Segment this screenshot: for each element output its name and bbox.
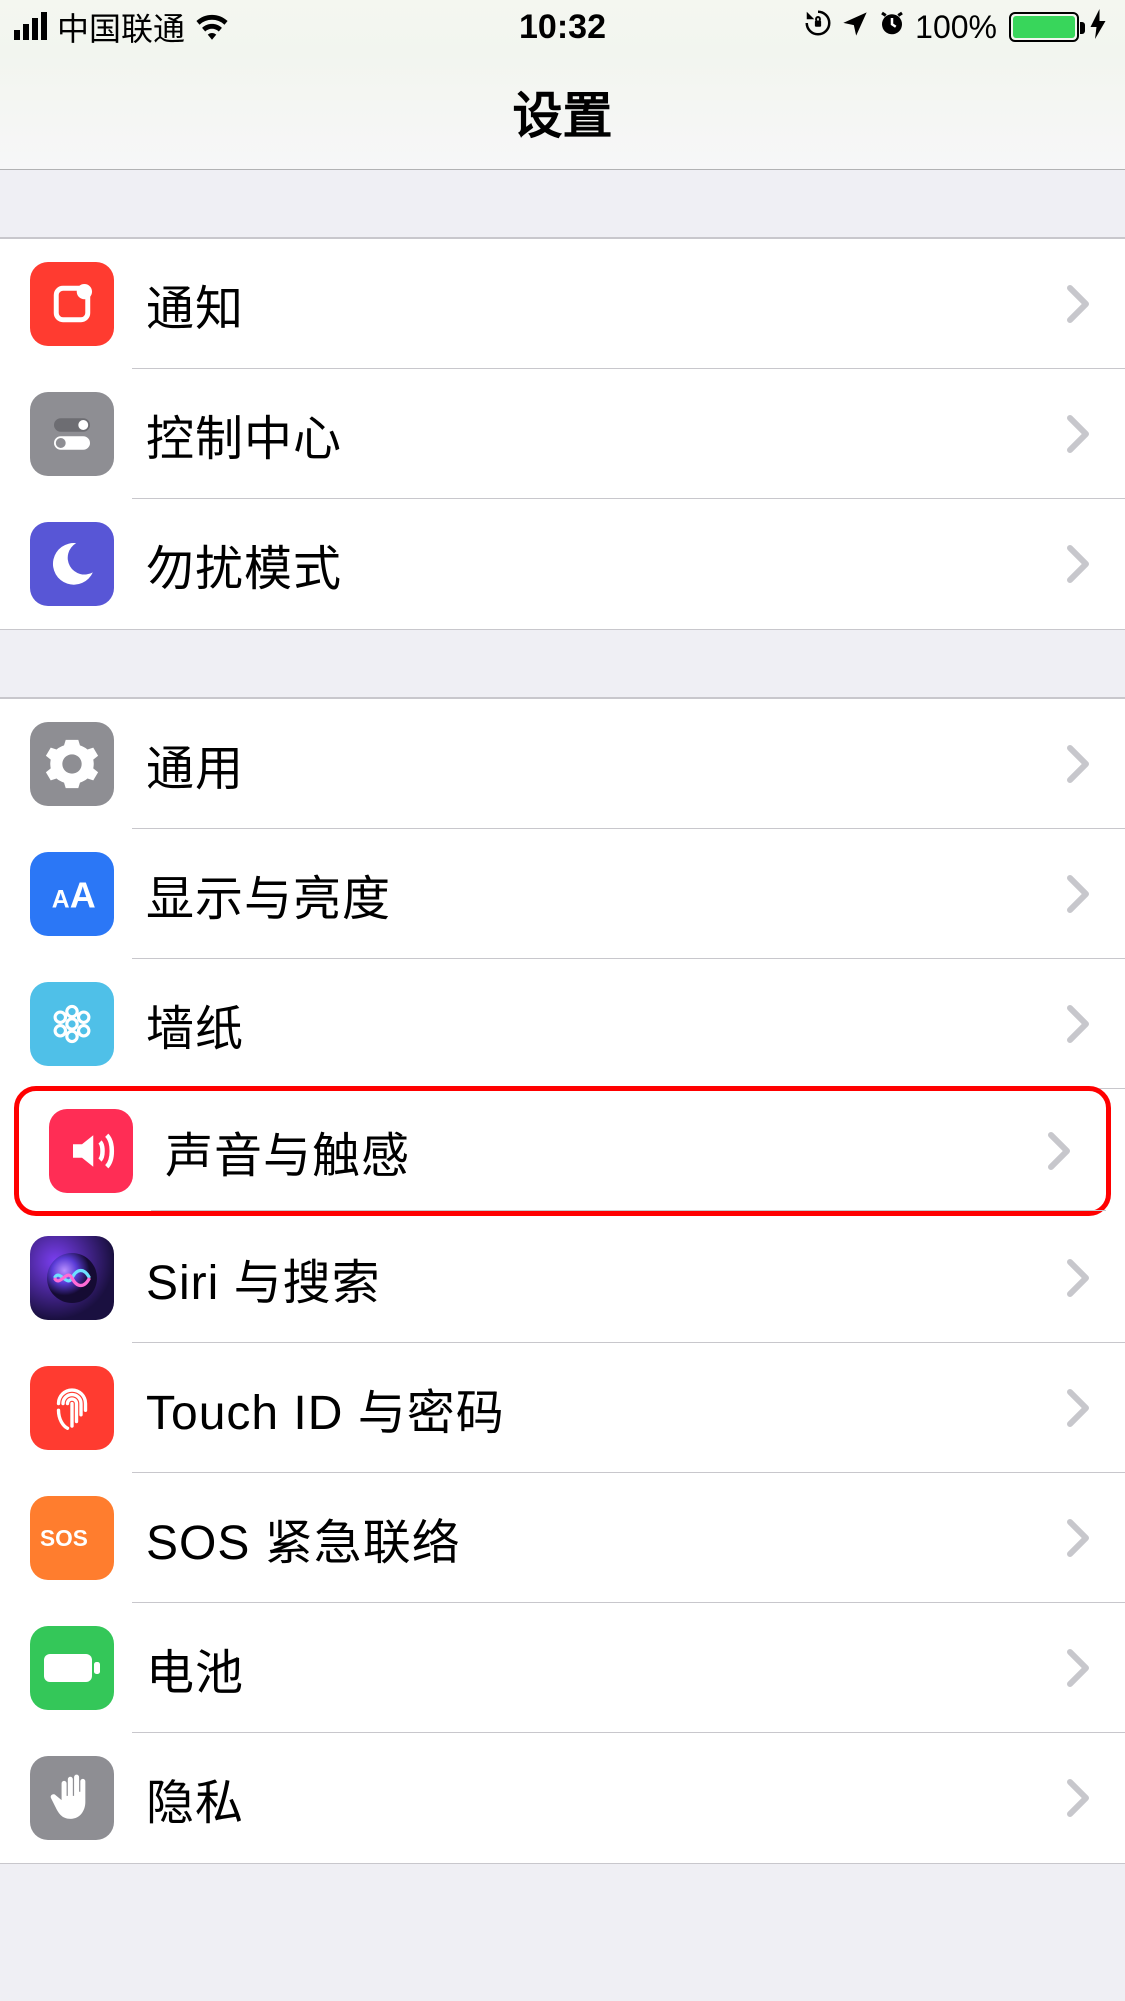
notification-icon <box>30 262 114 346</box>
location-icon <box>841 8 869 47</box>
settings-row-general[interactable]: 通用 <box>0 699 1125 829</box>
settings-row-label: 声音与触感 <box>165 1116 1046 1186</box>
chevron-right-icon <box>1065 1388 1095 1428</box>
settings-row-label: 通知 <box>146 269 1065 339</box>
page-title: 设置 <box>513 76 613 148</box>
chevron-right-icon <box>1065 1518 1095 1558</box>
settings-section: 通知控制中心勿扰模式 <box>0 238 1125 630</box>
chevron-right-icon <box>1065 1004 1095 1044</box>
text-size-icon: AA <box>30 852 114 936</box>
settings-row-battery[interactable]: 电池 <box>0 1603 1125 1733</box>
carrier-label: 中国联通 <box>57 4 185 50</box>
wifi-icon <box>195 14 229 40</box>
battery-icon <box>30 1626 114 1710</box>
charging-icon <box>1089 9 1107 46</box>
settings-row-label: 通用 <box>146 729 1065 799</box>
settings-row-control-center[interactable]: 控制中心 <box>0 369 1125 499</box>
settings-row-display[interactable]: AA 显示与亮度 <box>0 829 1125 959</box>
chevron-right-icon <box>1065 1648 1095 1688</box>
hand-icon <box>30 1756 114 1840</box>
chevron-right-icon <box>1046 1131 1076 1171</box>
settings-row-label: 电池 <box>146 1633 1065 1703</box>
settings-row-label: 勿扰模式 <box>146 529 1065 599</box>
gear-icon <box>30 722 114 806</box>
settings-row-label: 墙纸 <box>146 989 1065 1059</box>
settings-row-notifications[interactable]: 通知 <box>0 239 1125 369</box>
settings-row-label: Touch ID 与密码 <box>146 1373 1065 1443</box>
settings-row-label: 隐私 <box>146 1763 1065 1833</box>
settings-row-label: 控制中心 <box>146 399 1065 469</box>
chevron-right-icon <box>1065 874 1095 914</box>
settings-row-touchid[interactable]: Touch ID 与密码 <box>0 1343 1125 1473</box>
settings-row-privacy[interactable]: 隐私 <box>0 1733 1125 1863</box>
chevron-right-icon <box>1065 1778 1095 1818</box>
chevron-right-icon <box>1065 284 1095 324</box>
svg-text:A: A <box>52 887 70 914</box>
svg-text:SOS: SOS <box>40 1525 88 1551</box>
section-gap <box>0 170 1125 238</box>
settings-row-sos[interactable]: SOS SOS 紧急联络 <box>0 1473 1125 1603</box>
settings-section: 通用AA显示与亮度墙纸声音与触感Siri 与搜索Touch ID 与密码SOSS… <box>0 698 1125 1864</box>
alarm-icon <box>877 8 907 47</box>
chevron-right-icon <box>1065 1258 1095 1298</box>
chevron-right-icon <box>1065 414 1095 454</box>
settings-row-siri[interactable]: Siri 与搜索 <box>0 1213 1125 1343</box>
settings-row-wallpaper[interactable]: 墙纸 <box>0 959 1125 1089</box>
cell-signal-icon <box>14 14 47 40</box>
settings-row-sounds[interactable]: 声音与触感 <box>14 1086 1111 1216</box>
chevron-right-icon <box>1065 744 1095 784</box>
siri-icon <box>30 1236 114 1320</box>
svg-text:A: A <box>70 875 96 916</box>
fingerprint-icon <box>30 1366 114 1450</box>
moon-icon <box>30 522 114 606</box>
orientation-lock-icon <box>803 8 833 47</box>
settings-row-dnd[interactable]: 勿扰模式 <box>0 499 1125 629</box>
battery-percent-label: 100% <box>915 9 997 46</box>
chevron-right-icon <box>1065 544 1095 584</box>
status-bar: 中国联通 10:32 100% <box>0 0 1125 54</box>
toggles-icon <box>30 392 114 476</box>
flower-icon <box>30 982 114 1066</box>
section-gap <box>0 630 1125 698</box>
sos-icon: SOS <box>30 1496 114 1580</box>
settings-row-label: SOS 紧急联络 <box>146 1503 1065 1573</box>
settings-row-label: 显示与亮度 <box>146 859 1065 929</box>
clock-label: 10:32 <box>519 8 606 46</box>
nav-header: 设置 <box>0 54 1125 170</box>
speaker-icon <box>49 1109 133 1193</box>
battery-icon <box>1009 12 1079 42</box>
settings-row-label: Siri 与搜索 <box>146 1243 1065 1313</box>
